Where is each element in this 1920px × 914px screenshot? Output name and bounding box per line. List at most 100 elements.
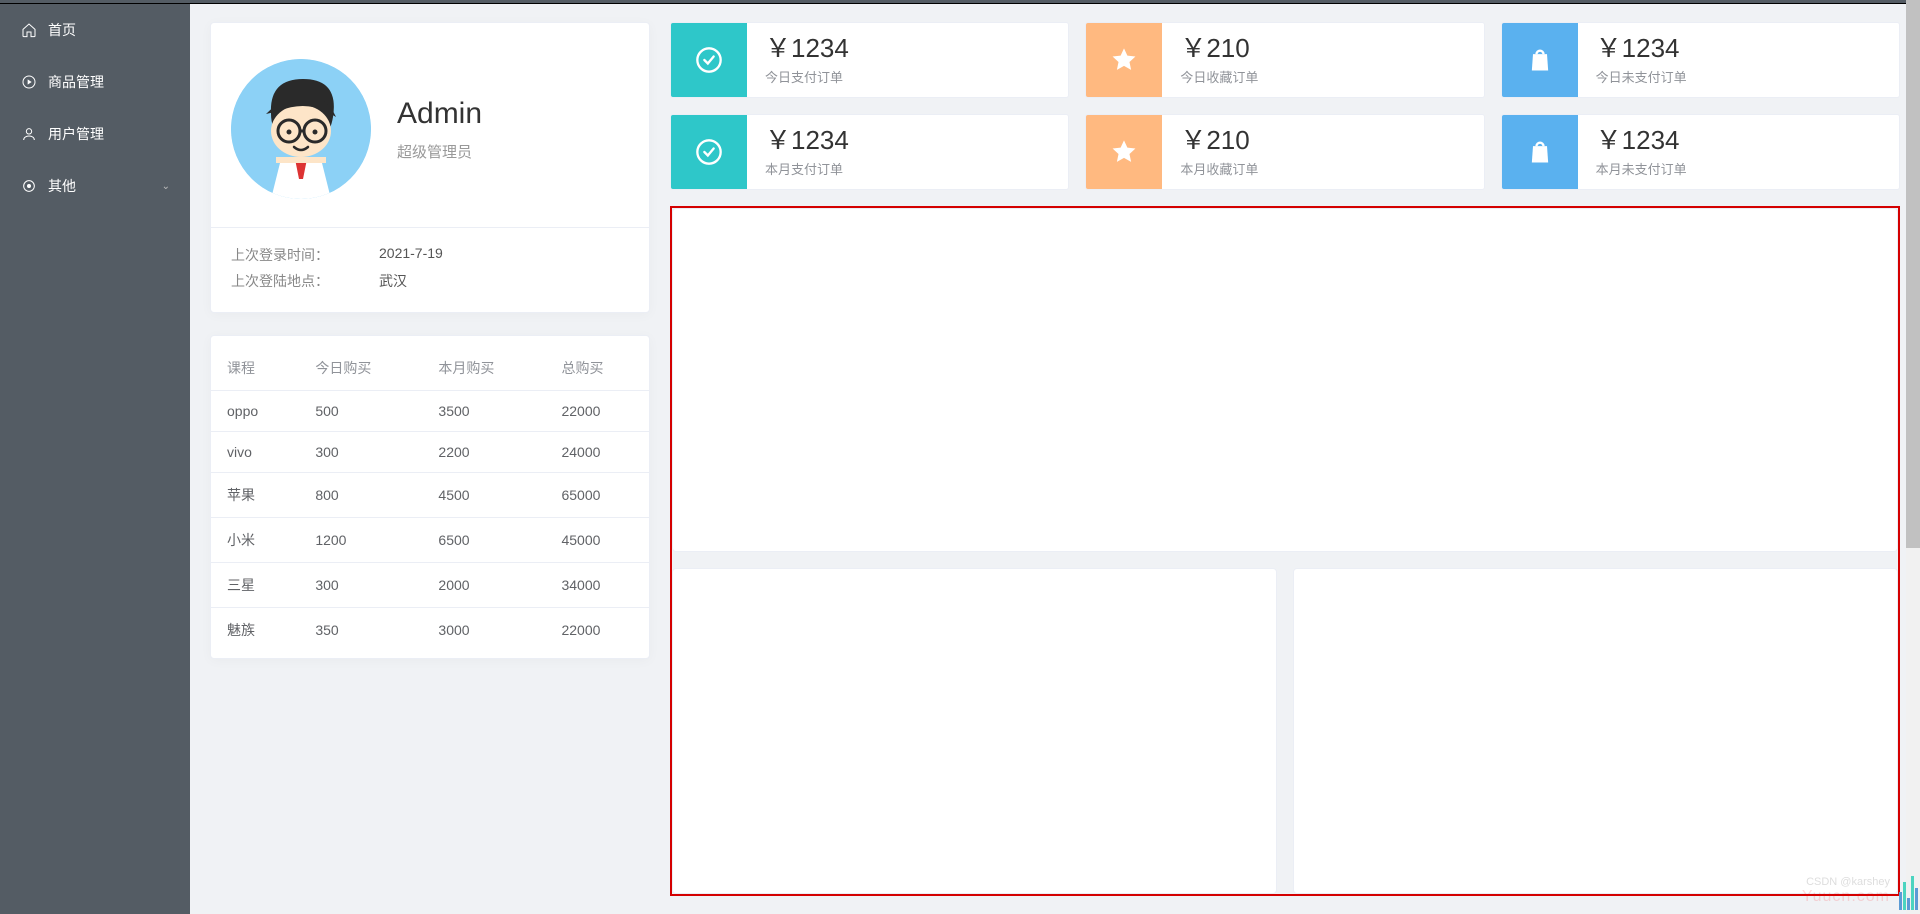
table-cell: 1200 (299, 518, 422, 563)
table-row: 小米1200650045000 (211, 518, 649, 563)
home-icon (20, 22, 38, 38)
left-column: Admin 超级管理员 上次登录时间： 2021-7-19 上次登陆地点： 武汉 (210, 22, 650, 896)
sidebar-item-label: 首页 (48, 20, 76, 40)
table-cell: 三星 (211, 563, 299, 608)
table-header-row: 课程 今日购买 本月购买 总购买 (211, 346, 649, 391)
user-card: Admin 超级管理员 上次登录时间： 2021-7-19 上次登陆地点： 武汉 (210, 22, 650, 313)
stat-label: 今日支付订单 (765, 67, 849, 86)
table-row: oppo500350022000 (211, 391, 649, 432)
stat-value: ￥1234 (765, 126, 849, 155)
stat-value: ￥210 (1180, 126, 1258, 155)
divider (211, 227, 649, 228)
highlighted-chart-region (670, 206, 1900, 896)
table-cell: 350 (299, 608, 422, 653)
stat-value: ￥1234 (1596, 34, 1687, 63)
table-cell: 300 (299, 432, 422, 473)
stat-card: ￥1234本月支付订单 (670, 114, 1069, 190)
sidebar-item-other[interactable]: 其他 ⌄ (0, 160, 190, 212)
table-cell: 6500 (422, 518, 545, 563)
stat-body: ￥1234 本月未支付订单 (1578, 115, 1687, 189)
sidebar-item-label: 用户管理 (48, 124, 104, 144)
th-month: 本月购买 (422, 346, 545, 391)
purchase-table-card: 课程 今日购买 本月购买 总购买 oppo500350022000vivo300… (210, 335, 650, 659)
table-cell: 2200 (422, 432, 545, 473)
table-cell: 34000 (545, 563, 649, 608)
info-row-login-time: 上次登录时间： 2021-7-19 (231, 242, 629, 268)
stat-label: 今日未支付订单 (1596, 67, 1687, 86)
chart-panel-small-right (1293, 568, 1898, 894)
stat-body: ￥1234 今日支付订单 (747, 23, 849, 97)
table-cell: 魅族 (211, 608, 299, 653)
location-icon (20, 178, 38, 194)
table-cell: oppo (211, 391, 299, 432)
main-content: Admin 超级管理员 上次登录时间： 2021-7-19 上次登陆地点： 武汉 (190, 4, 1920, 914)
bag-icon (1502, 115, 1578, 189)
stat-body: ￥1234本月支付订单 (747, 115, 849, 189)
info-value: 武汉 (379, 271, 407, 291)
check-icon (671, 115, 747, 189)
stat-label: 本月收藏订单 (1180, 159, 1258, 178)
check-icon (671, 23, 747, 97)
table-cell: 45000 (545, 518, 649, 563)
table-row: 魅族350300022000 (211, 608, 649, 653)
stat-value: ￥1234 (765, 34, 849, 63)
stat-label: 本月未支付订单 (1596, 159, 1687, 178)
table-row: vivo300220024000 (211, 432, 649, 473)
scrollbar-track[interactable] (1906, 0, 1920, 914)
th-course: 课程 (211, 346, 299, 391)
table-cell: 300 (299, 563, 422, 608)
chart-panel-small-left (672, 568, 1277, 894)
stat-card: ￥1234 今日支付订单 (670, 22, 1069, 98)
table-cell: 65000 (545, 473, 649, 518)
stat-body: ￥210 本月收藏订单 (1162, 115, 1258, 189)
star-icon (1086, 23, 1162, 97)
stat-value: ￥210 (1180, 34, 1258, 63)
scrollbar-thumb[interactable] (1906, 0, 1920, 548)
stat-card: ￥210 今日收藏订单 (1085, 22, 1484, 98)
th-today: 今日购买 (299, 346, 422, 391)
stat-body: ￥1234 今日未支付订单 (1578, 23, 1687, 97)
table-row: 苹果800450065000 (211, 473, 649, 518)
table-cell: 3000 (422, 608, 545, 653)
table-cell: 22000 (545, 391, 649, 432)
purchase-table: 课程 今日购买 本月购买 总购买 oppo500350022000vivo300… (211, 346, 649, 652)
table-cell: 2000 (422, 563, 545, 608)
stat-card: ￥1234 本月未支付订单 (1501, 114, 1900, 190)
layout: 首页 商品管理 用户管理 其他 ⌄ (0, 4, 1920, 914)
table-cell: 24000 (545, 432, 649, 473)
table-cell: vivo (211, 432, 299, 473)
perf-meter (1899, 872, 1918, 910)
stats-grid: ￥1234今日支付订单￥210今日收藏订单￥1234今日未支付订单￥1234本月… (670, 22, 1900, 190)
stat-value: ￥1234 (1596, 126, 1687, 155)
stat-card: ￥210 本月收藏订单 (1085, 114, 1484, 190)
right-column: ￥1234今日支付订单￥210今日收藏订单￥1234今日未支付订单￥1234本月… (670, 22, 1900, 896)
user-name: Admin (397, 97, 482, 131)
user-info-top: Admin 超级管理员 (231, 41, 629, 227)
user-icon (20, 126, 38, 142)
table-row: 三星300200034000 (211, 563, 649, 608)
sidebar-item-product[interactable]: 商品管理 (0, 56, 190, 108)
chart-panel-large (672, 208, 1898, 552)
play-icon (20, 74, 38, 90)
table-cell: 4500 (422, 473, 545, 518)
user-text: Admin 超级管理员 (397, 97, 482, 162)
table-cell: 22000 (545, 608, 649, 653)
table-cell: 500 (299, 391, 422, 432)
sidebar-item-label: 商品管理 (48, 72, 104, 92)
star-icon (1086, 115, 1162, 189)
info-row-login-place: 上次登陆地点： 武汉 (231, 268, 629, 294)
avatar (231, 59, 371, 199)
stat-body: ￥210 今日收藏订单 (1162, 23, 1258, 97)
stat-label: 今日收藏订单 (1180, 67, 1258, 86)
th-total: 总购买 (545, 346, 649, 391)
table-cell: 3500 (422, 391, 545, 432)
info-label: 上次登录时间： (231, 245, 379, 265)
table-cell: 800 (299, 473, 422, 518)
sidebar-item-home[interactable]: 首页 (0, 4, 190, 56)
sidebar-item-user[interactable]: 用户管理 (0, 108, 190, 160)
table-cell: 苹果 (211, 473, 299, 518)
user-role: 超级管理员 (397, 141, 482, 162)
bag-icon (1502, 23, 1578, 97)
stat-card: ￥1234 今日未支付订单 (1501, 22, 1900, 98)
chevron-down-icon: ⌄ (162, 181, 170, 192)
